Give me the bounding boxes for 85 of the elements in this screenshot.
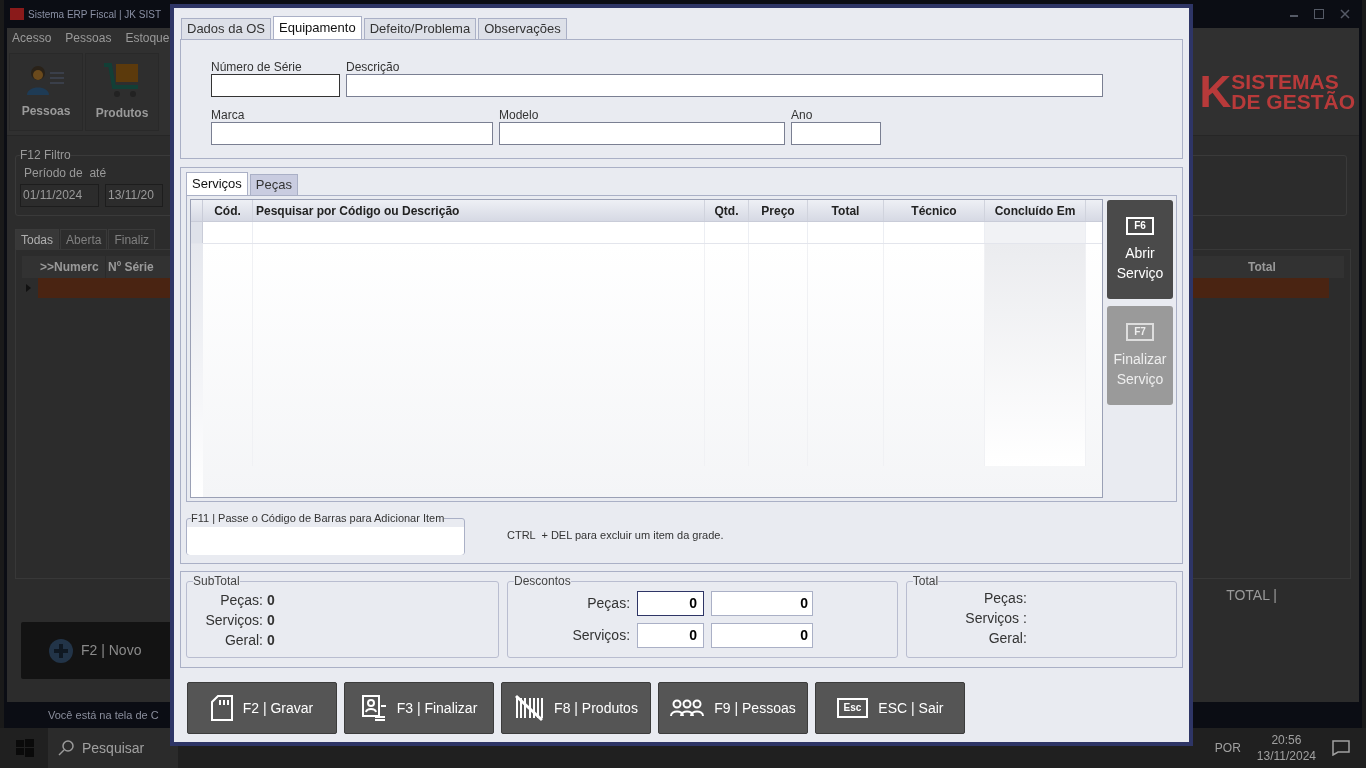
group-legend: Total: [912, 572, 939, 590]
column-header[interactable]: Técnico: [884, 200, 985, 221]
document-icon: [360, 694, 387, 722]
tab[interactable]: Serviços: [186, 172, 248, 195]
field-label: Descrição: [346, 59, 401, 74]
discount-label: Peças:: [586, 594, 631, 613]
total-label: Geral:: [988, 629, 1027, 648]
barcode-legend: F11 | Passe o Código de Barras para Adicionar Item: [191, 510, 445, 527]
maximize-icon[interactable]: [1314, 9, 1324, 19]
menu-item[interactable]: Estoque: [125, 29, 170, 47]
tab[interactable]: Todas: [15, 229, 60, 249]
tab[interactable]: Observações: [478, 18, 567, 39]
subtotal-label: Geral:: [223, 631, 263, 650]
menu-item[interactable]: Pessoas: [65, 29, 112, 47]
action-button[interactable]: F2 | Gravar: [187, 682, 337, 734]
tab[interactable]: Aberta: [60, 229, 108, 249]
discount-percent-field[interactable]: 0: [637, 591, 705, 616]
discount-amount-field[interactable]: 0: [711, 623, 814, 648]
column-header[interactable]: Concluído Em: [985, 200, 1086, 221]
subtotal-label: Peças:: [219, 591, 263, 610]
tab[interactable]: Peças: [249, 174, 298, 195]
tab[interactable]: Defeito/Problema: [363, 18, 477, 39]
grid-cell[interactable]: [985, 222, 1086, 243]
group-legend: Descontos: [514, 572, 571, 590]
date-field[interactable]: 13/11/20: [105, 184, 163, 207]
text-field[interactable]: [211, 74, 340, 97]
column-header[interactable]: Preço: [749, 200, 808, 221]
app-logo-icon: [10, 8, 24, 20]
period-label: Período de até: [24, 165, 108, 182]
row-header-cell[interactable]: [191, 222, 203, 243]
column-header[interactable]: Qtd.: [705, 200, 749, 221]
date-field[interactable]: 01/11/2024: [20, 184, 99, 207]
total-label: Peças:: [984, 589, 1027, 608]
close-icon[interactable]: [1340, 9, 1350, 19]
discount-percent-field[interactable]: 0: [637, 623, 705, 648]
field-label: Modelo: [499, 107, 540, 122]
text-field[interactable]: [499, 122, 785, 145]
search-icon: [58, 740, 74, 756]
group-legend: SubTotal: [193, 572, 240, 590]
taskbar-search-field[interactable]: Pesquisar: [48, 728, 178, 768]
action-button[interactable]: F8 | Produtos: [501, 682, 651, 734]
discount-amount-field[interactable]: 0: [711, 591, 814, 616]
row-pointer-icon: [26, 284, 31, 292]
field-label: Marca: [211, 107, 246, 122]
discount-label: Serviços:: [571, 626, 631, 645]
subtotal-value: 0: [267, 631, 276, 650]
people-icon: [670, 698, 705, 718]
subtotal-value: 0: [267, 611, 276, 630]
menu-item[interactable]: Acesso: [12, 29, 52, 47]
subtotal-value: 0: [267, 591, 276, 610]
barcode-field[interactable]: [187, 526, 464, 555]
toolbar-button[interactable]: Pessoas: [9, 52, 83, 131]
column-header[interactable]: Cód.: [203, 200, 253, 221]
clock[interactable]: 20:56 13/11/2024: [1256, 732, 1316, 764]
plus-icon: [49, 638, 73, 663]
person-list-icon: [26, 63, 66, 96]
language-indicator[interactable]: POR: [1214, 739, 1241, 757]
function-key-icon: F7: [1126, 322, 1154, 341]
esc-key-icon: Esc: [836, 698, 869, 718]
field-label: Número de Série: [211, 59, 303, 74]
tab[interactable]: Dados da OS: [181, 18, 272, 39]
column-header[interactable]: Pesquisar por Código ou Descrição: [253, 200, 705, 221]
side-action-button[interactable]: F6 Abrir Serviço: [1107, 200, 1173, 299]
total-label: TOTAL |: [1226, 586, 1277, 605]
action-button[interactable]: F9 | Pessoas: [658, 682, 808, 734]
grid-hint: CTRL + DEL para excluir um item da grade.: [507, 528, 724, 544]
minimize-icon[interactable]: [1290, 15, 1298, 17]
subtotal-label: Serviços:: [204, 611, 263, 630]
text-field[interactable]: [346, 74, 1103, 97]
toolbar-button[interactable]: Produtos: [85, 52, 159, 131]
action-button[interactable]: F3 | Finalizar: [344, 682, 494, 734]
total-label: Serviços :: [965, 609, 1027, 628]
text-field[interactable]: [791, 122, 881, 145]
action-button[interactable]: Esc ESC | Sair: [815, 682, 965, 734]
notification-icon[interactable]: [1332, 740, 1350, 756]
sd-card-icon: [210, 695, 233, 721]
tab[interactable]: Equipamento: [273, 16, 362, 39]
window-title: Sistema ERP Fiscal | JK SIST: [28, 7, 161, 22]
text-field[interactable]: [211, 122, 493, 145]
crossed-barcode-icon: [514, 694, 545, 722]
function-key-icon: F6: [1126, 216, 1154, 235]
status-text: Você está na tela de C: [48, 707, 159, 723]
column-header[interactable]: Total: [808, 200, 884, 221]
column-header: Total: [1247, 259, 1277, 276]
field-label: Ano: [791, 107, 814, 122]
